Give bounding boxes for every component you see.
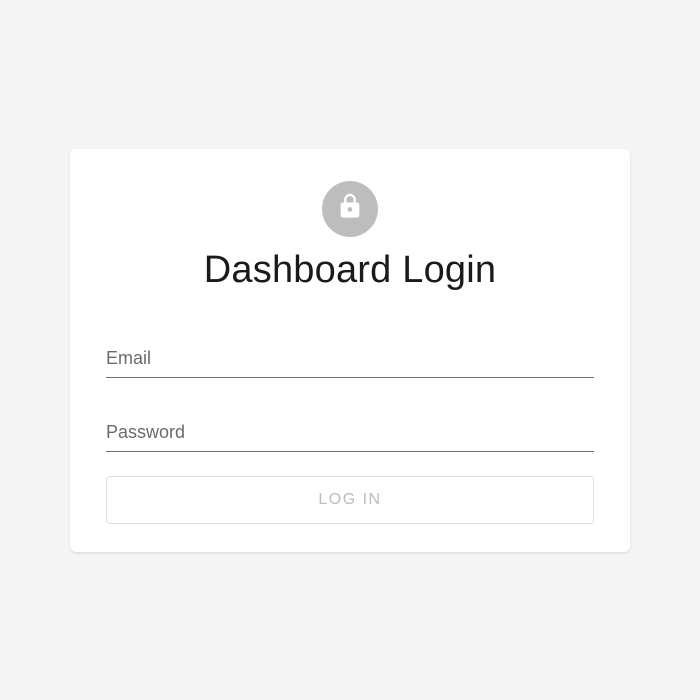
email-field-wrap [106,340,594,378]
password-input[interactable] [106,414,594,452]
login-card: Dashboard Login Log In [70,149,630,552]
password-field-wrap [106,414,594,452]
lock-icon [336,192,364,225]
login-button[interactable]: Log In [106,476,594,524]
lock-avatar [322,181,378,237]
email-input[interactable] [106,340,594,378]
page-title: Dashboard Login [204,249,496,292]
